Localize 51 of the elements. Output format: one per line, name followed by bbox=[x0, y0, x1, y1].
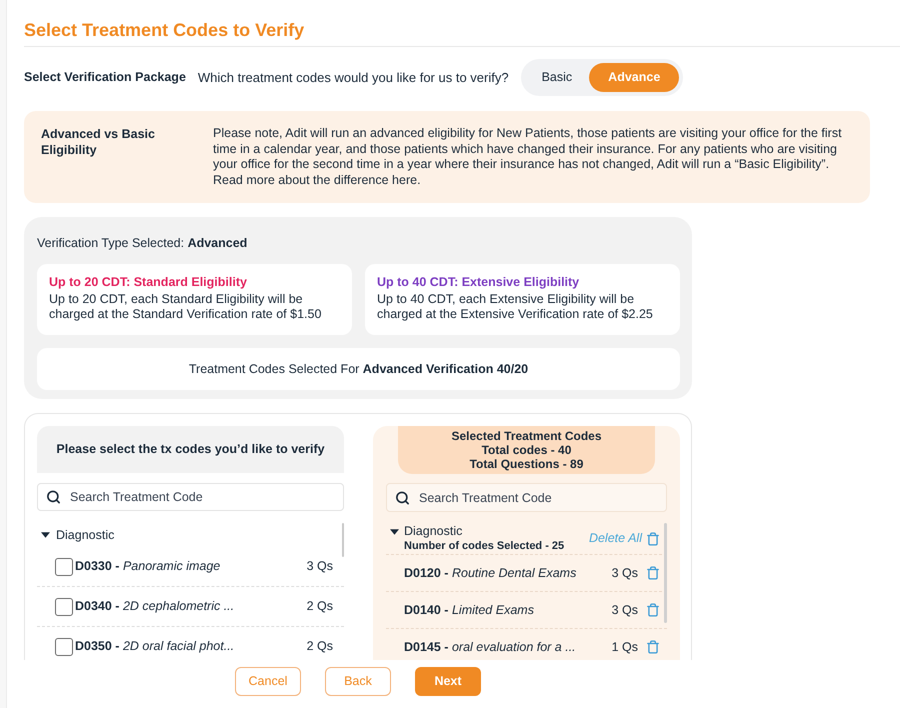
delete-all-button[interactable]: Delete All bbox=[588, 529, 660, 548]
search-field[interactable]: Search Treatment Code bbox=[37, 483, 344, 511]
footer-button[interactable]: Cancel bbox=[235, 667, 301, 696]
search-icon bbox=[395, 490, 410, 505]
verification-type: Verification Type Selected: Advanced bbox=[37, 235, 248, 251]
list-heading: Please select the tx codes you’d like to verify bbox=[37, 426, 344, 473]
question-count: 1 Qs bbox=[612, 638, 638, 656]
trash-icon[interactable] bbox=[646, 566, 660, 580]
trash-icon[interactable] bbox=[646, 640, 660, 654]
caret-down-icon[interactable] bbox=[390, 528, 399, 534]
trash-icon[interactable] bbox=[646, 603, 660, 617]
category-toggle[interactable]: Diagnostic bbox=[390, 524, 462, 539]
selected-codes-title: Selected Treatment Codes bbox=[451, 429, 602, 443]
scrollbar-thumb[interactable] bbox=[664, 523, 667, 623]
treatment-code: D0145 - oral evaluation for a ... bbox=[404, 638, 576, 656]
checkbox[interactable] bbox=[55, 598, 73, 616]
question-count: 2 Qs bbox=[306, 598, 333, 616]
package-question: Which treatment codes would you like for us to verify? bbox=[198, 68, 509, 87]
note-text: Please note, Adit will run an advanced eligibility for New Patients, those patients are visiting your office for the first time in a calendar year, and those patients which have changed their insurance. For any patients who are visiting your office for the second time in a year where their insurance has not changed, Adit will run a “Basic Eligibility”. Read more about the difference here. bbox=[213, 126, 843, 188]
treatment-code: D0350 - 2D oral facial phot... bbox=[75, 638, 234, 656]
question-count: 3 Qs bbox=[306, 558, 333, 576]
search-icon bbox=[46, 490, 61, 504]
package-label: Select Verification Package bbox=[24, 69, 186, 86]
checkbox[interactable] bbox=[55, 638, 73, 656]
question-count: 2 Qs bbox=[306, 638, 333, 656]
caret-down-icon[interactable] bbox=[41, 532, 50, 538]
category-toggle[interactable]: Diagnostic bbox=[37, 523, 114, 547]
treatment-code: D0140 - Limited Exams bbox=[404, 602, 534, 619]
search-field[interactable]: Search Treatment Code bbox=[386, 483, 667, 512]
treatment-code: D0330 - Panoramic image bbox=[75, 558, 220, 576]
footer-button[interactable]: Back bbox=[325, 667, 391, 696]
package-option[interactable]: Basic bbox=[524, 63, 590, 92]
trash-icon bbox=[646, 532, 660, 546]
tier-title: Up to 40 CDT: Extensive Eligibility bbox=[377, 274, 580, 290]
total-codes: Total codes - 40 bbox=[482, 443, 572, 457]
total-questions: Total Questions - 89 bbox=[470, 457, 584, 471]
tier-description: Up to 40 CDT, each Extensive Eligibility will be charged at the Extensive Verification rate of $2.25 bbox=[377, 292, 654, 322]
tier-title: Up to 20 CDT: Standard Eligibility bbox=[49, 274, 247, 290]
package-option[interactable]: Advance bbox=[589, 63, 680, 92]
note-title: Advanced vs Basic Eligibility bbox=[41, 126, 156, 158]
tier-description: Up to 20 CDT, each Standard Eligibility will be charged at the Standard Verification rate of $1.50 bbox=[49, 292, 322, 322]
checkbox[interactable] bbox=[55, 558, 73, 576]
treatment-code: D0120 - Routine Dental Exams bbox=[404, 564, 576, 582]
scrollbar-thumb[interactable] bbox=[342, 523, 344, 557]
page-title: Select Treatment Codes to Verify bbox=[24, 19, 304, 41]
question-count: 3 Qs bbox=[612, 602, 638, 619]
summary-text: Treatment Codes Selected For Advanced Verification 40/20 bbox=[188, 360, 528, 378]
treatment-code: D0340 - 2D cephalometric ... bbox=[75, 598, 234, 616]
next-button[interactable]: Next bbox=[415, 667, 481, 696]
question-count: 3 Qs bbox=[612, 564, 638, 582]
selected-count: Number of codes Selected - 25 bbox=[404, 539, 564, 553]
